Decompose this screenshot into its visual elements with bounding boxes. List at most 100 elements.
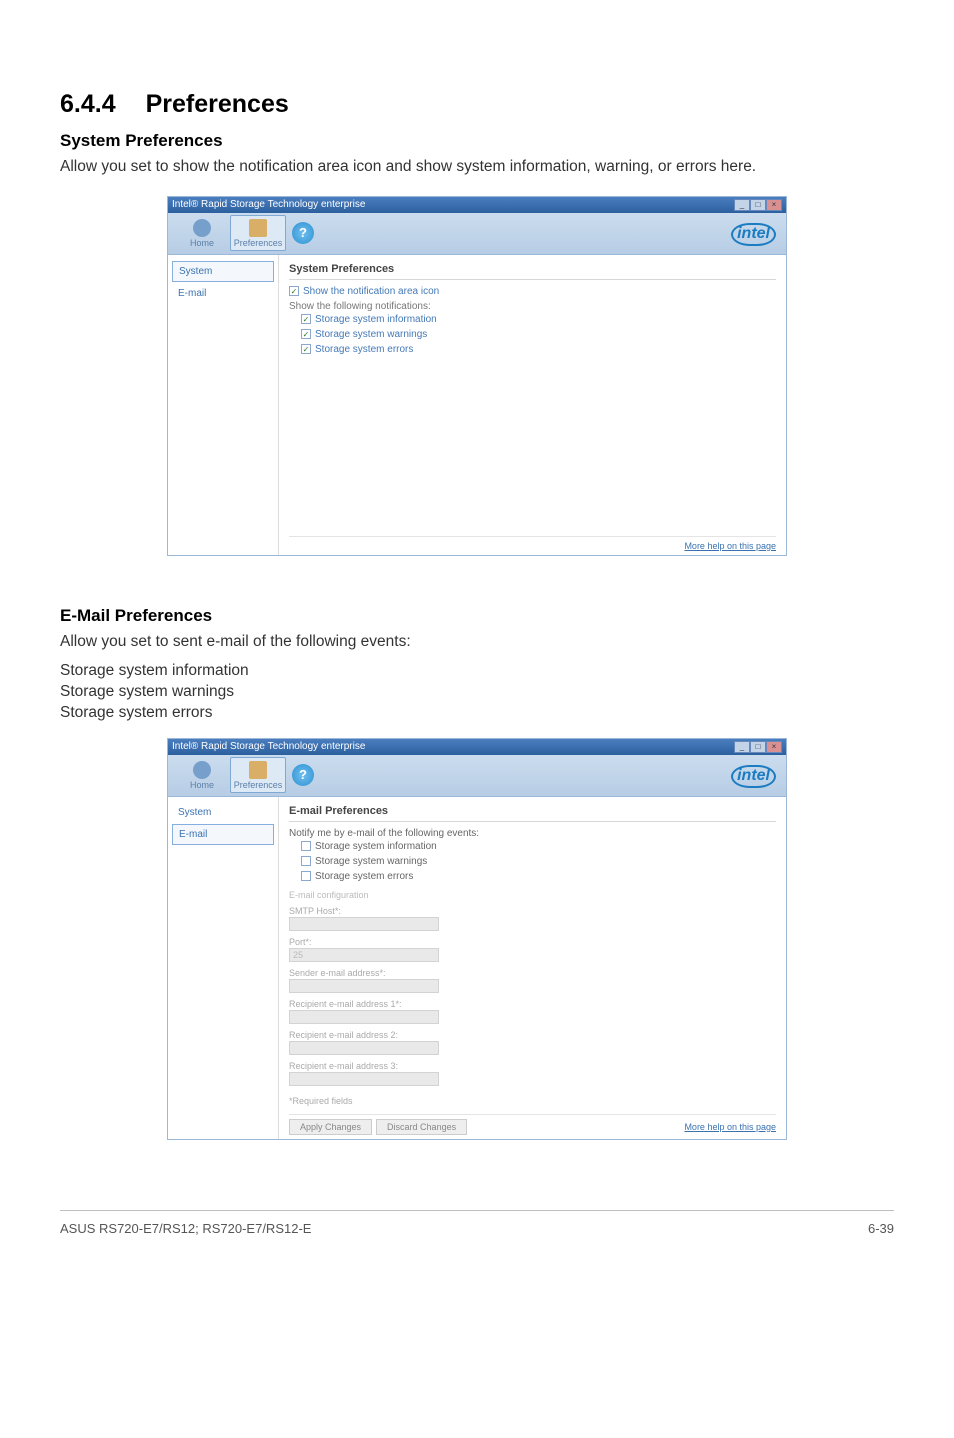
checkbox-err[interactable]: ✓ Storage system errors <box>301 344 776 355</box>
minimize-button[interactable]: _ <box>734 199 750 211</box>
home-icon <box>193 219 211 237</box>
checkbox-icon: ✓ <box>301 329 311 339</box>
checkbox-show-icon[interactable]: ✓ Show the notification area icon <box>289 286 776 297</box>
window-titlebar: Intel® Rapid Storage Technology enterpri… <box>168 197 786 213</box>
window-buttons: _ □ × <box>734 741 782 753</box>
recipient3-label: Recipient e-mail address 3: <box>289 1061 776 1071</box>
email-prefs-body: Allow you set to sent e-mail of the foll… <box>60 632 894 653</box>
intel-logo: intel <box>731 223 776 246</box>
page-footer: ASUS RS720-E7/RS12; RS720-E7/RS12-E 6-39 <box>60 1210 894 1236</box>
smtp-input[interactable] <box>289 917 439 931</box>
checkbox-icon: ✓ <box>301 344 311 354</box>
maximize-button[interactable]: □ <box>750 199 766 211</box>
window-titlebar: Intel® Rapid Storage Technology enterpri… <box>168 739 786 755</box>
help-icon: ? <box>292 222 314 244</box>
toolbar-preferences-label: Preferences <box>234 780 283 790</box>
content-area: System E-mail System Preferences ✓ Show … <box>168 255 786 555</box>
required-note: *Required fields <box>289 1096 776 1106</box>
email-event-err: Storage system errors <box>60 703 894 724</box>
checkbox-email-info-label: Storage system information <box>315 841 437 852</box>
panel-footer: Apply Changes Discard Changes More help … <box>289 1114 776 1135</box>
toolbar-preferences-button[interactable]: Preferences <box>230 757 286 793</box>
checkbox-err-label: Storage system errors <box>315 344 413 355</box>
toolbar: Home Preferences ? intel <box>168 755 786 797</box>
more-help-link[interactable]: More help on this page <box>684 1122 776 1132</box>
toolbar-home-button[interactable]: Home <box>174 215 230 251</box>
panel-title: System Preferences <box>289 263 776 280</box>
help-icon: ? <box>292 764 314 786</box>
toolbar-preferences-button[interactable]: Preferences <box>230 215 286 251</box>
toolbar-home-button[interactable]: Home <box>174 757 230 793</box>
footer-right: 6-39 <box>868 1221 894 1236</box>
checkbox-email-info[interactable]: Storage system information <box>301 841 776 852</box>
panel-title: E-mail Preferences <box>289 805 776 822</box>
email-event-info: Storage system information <box>60 661 894 682</box>
main-panel: E-mail Preferences Notify me by e-mail o… <box>278 797 786 1139</box>
subhead-system-prefs: System Preferences <box>60 131 894 151</box>
recipient2-label: Recipient e-mail address 2: <box>289 1030 776 1040</box>
recipient3-input[interactable] <box>289 1072 439 1086</box>
side-panel: System E-mail <box>168 797 278 1139</box>
port-input[interactable]: 25 <box>289 948 439 962</box>
checkbox-icon <box>301 856 311 866</box>
checkbox-info-label: Storage system information <box>315 314 437 325</box>
checkbox-warn-label: Storage system warnings <box>315 329 427 340</box>
minimize-button[interactable]: _ <box>734 741 750 753</box>
panel-footer: More help on this page <box>289 536 776 551</box>
toolbar-home-label: Home <box>190 780 214 790</box>
preferences-icon <box>249 761 267 779</box>
recipient1-label: Recipient e-mail address 1*: <box>289 999 776 1009</box>
content-area: System E-mail E-mail Preferences Notify … <box>168 797 786 1139</box>
checkbox-email-err-label: Storage system errors <box>315 871 413 882</box>
system-prefs-body: Allow you set to show the notification a… <box>60 157 894 178</box>
checkbox-icon <box>301 841 311 851</box>
toolbar-preferences-label: Preferences <box>234 238 283 248</box>
recipient1-input[interactable] <box>289 1010 439 1024</box>
checkbox-email-warn-label: Storage system warnings <box>315 856 427 867</box>
checkbox-icon: ✓ <box>301 314 311 324</box>
toolbar-help-button[interactable]: ? <box>286 757 320 793</box>
discard-button[interactable]: Discard Changes <box>376 1119 467 1135</box>
section-heading: 6.4.4Preferences <box>60 90 894 119</box>
sidebar-item-system[interactable]: System <box>172 261 274 282</box>
checkbox-email-warn[interactable]: Storage system warnings <box>301 856 776 867</box>
subhead-email-prefs: E-Mail Preferences <box>60 606 894 626</box>
sidebar-item-email[interactable]: E-mail <box>172 824 274 845</box>
port-label: Port*: <box>289 937 776 947</box>
sender-label: Sender e-mail address*: <box>289 968 776 978</box>
footer-left: ASUS RS720-E7/RS12; RS720-E7/RS12-E <box>60 1221 311 1236</box>
maximize-button[interactable]: □ <box>750 741 766 753</box>
checkbox-info[interactable]: ✓ Storage system information <box>301 314 776 325</box>
sender-input[interactable] <box>289 979 439 993</box>
checkbox-show-icon-label: Show the notification area icon <box>303 286 439 297</box>
notify-line: Notify me by e-mail of the following eve… <box>289 828 776 839</box>
section-title: Preferences <box>146 90 289 118</box>
close-button[interactable]: × <box>766 741 782 753</box>
footer-buttons: Apply Changes Discard Changes <box>289 1119 467 1135</box>
intel-logo: intel <box>731 765 776 788</box>
checkbox-email-err[interactable]: Storage system errors <box>301 871 776 882</box>
window-title: Intel® Rapid Storage Technology enterpri… <box>172 199 365 210</box>
toolbar-help-button[interactable]: ? <box>286 215 320 251</box>
smtp-label: SMTP Host*: <box>289 906 776 916</box>
screenshot-system-prefs: Intel® Rapid Storage Technology enterpri… <box>167 196 787 556</box>
window-title: Intel® Rapid Storage Technology enterpri… <box>172 741 365 752</box>
recipient2-input[interactable] <box>289 1041 439 1055</box>
toolbar: Home Preferences ? intel <box>168 213 786 255</box>
screenshot-email-prefs: Intel® Rapid Storage Technology enterpri… <box>167 738 787 1140</box>
close-button[interactable]: × <box>766 199 782 211</box>
sidebar-item-system[interactable]: System <box>172 803 274 822</box>
sidebar-item-email[interactable]: E-mail <box>172 284 274 303</box>
checkbox-icon: ✓ <box>289 286 299 296</box>
more-help-link[interactable]: More help on this page <box>684 541 776 551</box>
preferences-icon <box>249 219 267 237</box>
checkbox-icon <box>301 871 311 881</box>
email-config-label: E-mail configuration <box>289 890 776 900</box>
side-panel: System E-mail <box>168 255 278 555</box>
apply-button[interactable]: Apply Changes <box>289 1119 372 1135</box>
window-buttons: _ □ × <box>734 199 782 211</box>
show-following-label: Show the following notifications: <box>289 301 776 312</box>
checkbox-warn[interactable]: ✓ Storage system warnings <box>301 329 776 340</box>
home-icon <box>193 761 211 779</box>
main-panel: System Preferences ✓ Show the notificati… <box>278 255 786 555</box>
